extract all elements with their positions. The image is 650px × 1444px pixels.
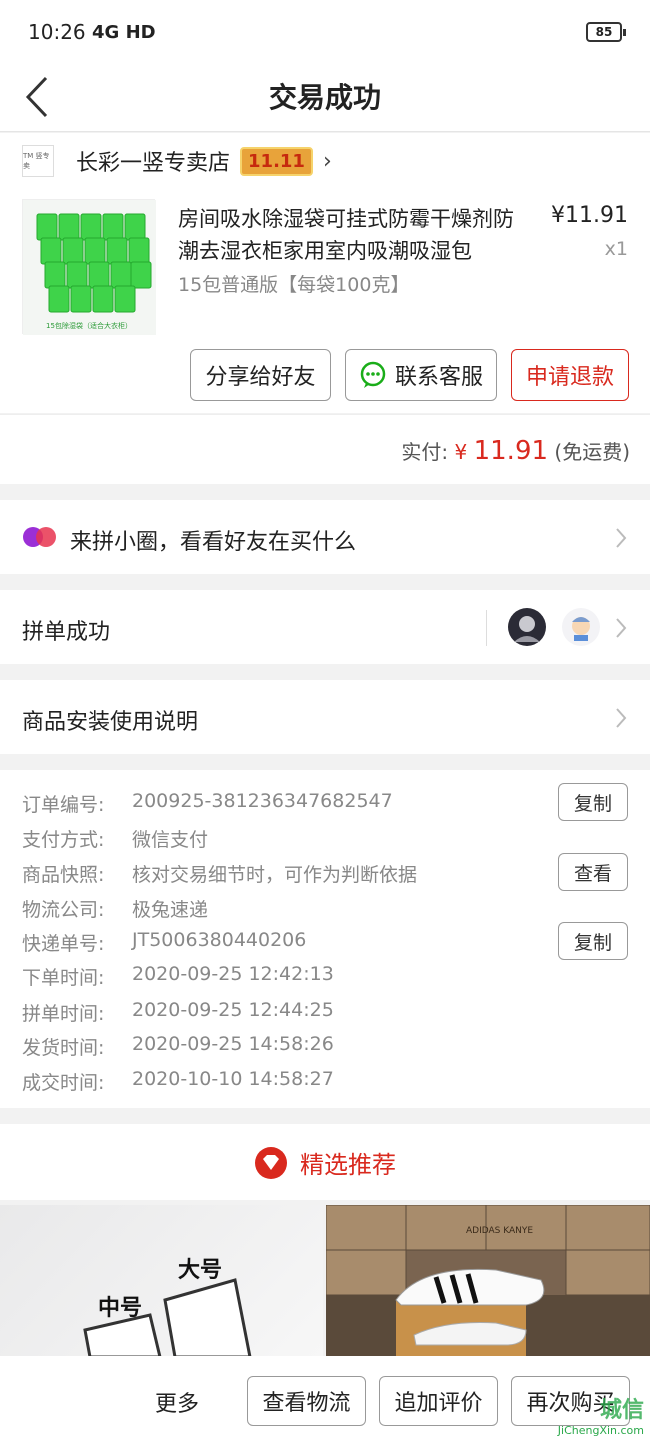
refund-button[interactable]: 申请退款: [511, 349, 629, 401]
friend-circle-text: 来拼小圈，看看好友在买什么: [70, 530, 357, 555]
status-bar: 10:26 4G HD 85: [0, 0, 650, 62]
network-indicator: 4G HD: [92, 22, 156, 43]
product-quantity: x1: [604, 238, 628, 260]
order-time-label: 下单时间:: [22, 967, 105, 989]
chevron-right-icon: [616, 618, 627, 638]
shop-name: 长彩一竖专卖店: [76, 151, 231, 176]
product-price: ¥11.91: [551, 203, 628, 228]
snapshot-label: 商品快照:: [22, 864, 105, 886]
group-time-value: 2020-09-25 12:44:25: [132, 999, 334, 1021]
order-time-value: 2020-09-25 12:42:13: [132, 963, 334, 985]
page-title: 交易成功: [268, 81, 381, 114]
shop-row[interactable]: TM 竖专卖 长彩一竖专卖店 11.11 ›: [22, 144, 332, 178]
ship-time-value: 2020-09-25 14:58:26: [132, 1033, 334, 1055]
friend-circle-row[interactable]: 来拼小圈，看看好友在买什么: [0, 500, 650, 574]
size-large-label: 大号: [178, 1258, 222, 1283]
deal-time-label: 成交时间:: [22, 1072, 105, 1094]
double-eleven-badge: 11.11: [240, 146, 313, 176]
group-success-text: 拼单成功: [22, 620, 111, 645]
product-image[interactable]: 15包除湿袋（适合大衣柜）: [22, 199, 156, 335]
add-review-button[interactable]: 追加评价: [379, 1376, 498, 1426]
install-manual-row[interactable]: 商品安装使用说明: [0, 680, 650, 754]
chat-bubble-icon: [360, 361, 386, 388]
deal-time-value: 2020-10-10 14:58:27: [132, 1068, 334, 1090]
watermark-brand: 城信: [599, 1398, 644, 1423]
size-medium-label: 中号: [98, 1296, 142, 1321]
watermark: 城信 JiChengXin.com: [526, 1392, 644, 1440]
shoe-box-label: ADIDAS KANYE: [466, 1226, 533, 1236]
logistics-company-label: 物流公司:: [22, 899, 105, 921]
product-thumb-sizes: 大号 中号: [83, 1258, 252, 1357]
install-manual-text: 商品安装使用说明: [22, 710, 199, 735]
payment-currency: ¥: [454, 440, 468, 464]
product-spec: 15包普通版【每袋100克】: [178, 274, 410, 296]
recommend-item-right[interactable]: ADIDAS KANYE: [326, 1205, 650, 1357]
more-button[interactable]: 更多: [155, 1386, 199, 1418]
product-packets-graphic: 15包除湿袋（适合大衣柜）: [23, 200, 156, 335]
battery-icon: 85: [586, 22, 626, 42]
shop-logo: TM 竖专卖: [22, 145, 54, 177]
order-info-section: 订单编号: 200925-381236347682547 复制 支付方式: 微信…: [0, 770, 650, 1108]
avatar: [562, 608, 600, 646]
group-success-row[interactable]: 拼单成功: [0, 590, 650, 664]
order-number-value: 200925-381236347682547: [132, 790, 393, 812]
share-button[interactable]: 分享给好友: [190, 349, 331, 401]
logistics-company-value: 极兔速递: [132, 899, 209, 921]
view-snapshot-button[interactable]: 查看: [558, 853, 628, 891]
tracking-number-label: 快递单号:: [22, 933, 105, 955]
view-logistics-button[interactable]: 查看物流: [247, 1376, 366, 1426]
contact-service-button[interactable]: 联系客服: [345, 349, 497, 401]
copy-order-number-button[interactable]: 复制: [558, 783, 628, 821]
title-bar: 交易成功: [0, 62, 650, 132]
copy-tracking-number-button[interactable]: 复制: [558, 922, 628, 960]
snapshot-value: 核对交易细节时，可作为判断依据: [132, 864, 418, 886]
ship-time-label: 发货时间:: [22, 1037, 105, 1059]
payment-label: 实付:: [401, 440, 449, 464]
circle-logo-icon: [23, 527, 56, 547]
avatar: [508, 608, 546, 646]
recommend-title: 精选推荐: [0, 1145, 650, 1180]
group-time-label: 拼单时间:: [22, 1003, 105, 1025]
shipping-note: (免运费): [554, 440, 630, 464]
tracking-number-value: JT5006380440206: [132, 929, 307, 951]
product-title[interactable]: 房间吸水除湿袋可挂式防霉干燥剂防潮去湿衣柜家用室内吸潮吸湿包: [178, 203, 528, 267]
status-time: 10:26: [28, 20, 86, 44]
recommend-title-text: 精选推荐: [300, 1151, 396, 1179]
order-number-label: 订单编号:: [22, 794, 105, 816]
payment-row: 实付: ¥ 11.91 (免运费): [401, 436, 630, 466]
chevron-right-icon: [616, 528, 627, 548]
recommend-item-left[interactable]: 大号 中号: [0, 1205, 323, 1357]
chevron-right-icon: ›: [322, 148, 332, 174]
payment-amount: 11.91: [473, 436, 549, 466]
product-thumb-sneakers: ADIDAS KANYE: [326, 1205, 650, 1357]
payment-method-value: 微信支付: [132, 829, 209, 851]
contact-service-label: 联系客服: [394, 365, 483, 390]
watermark-url: JiChengXin.com: [557, 1424, 644, 1437]
product-image-caption: 15包除湿袋（适合大衣柜）: [46, 321, 132, 330]
payment-method-label: 支付方式:: [22, 829, 105, 851]
chevron-right-icon: [616, 708, 627, 728]
divider: [486, 610, 487, 646]
diamond-icon: [255, 1146, 287, 1179]
